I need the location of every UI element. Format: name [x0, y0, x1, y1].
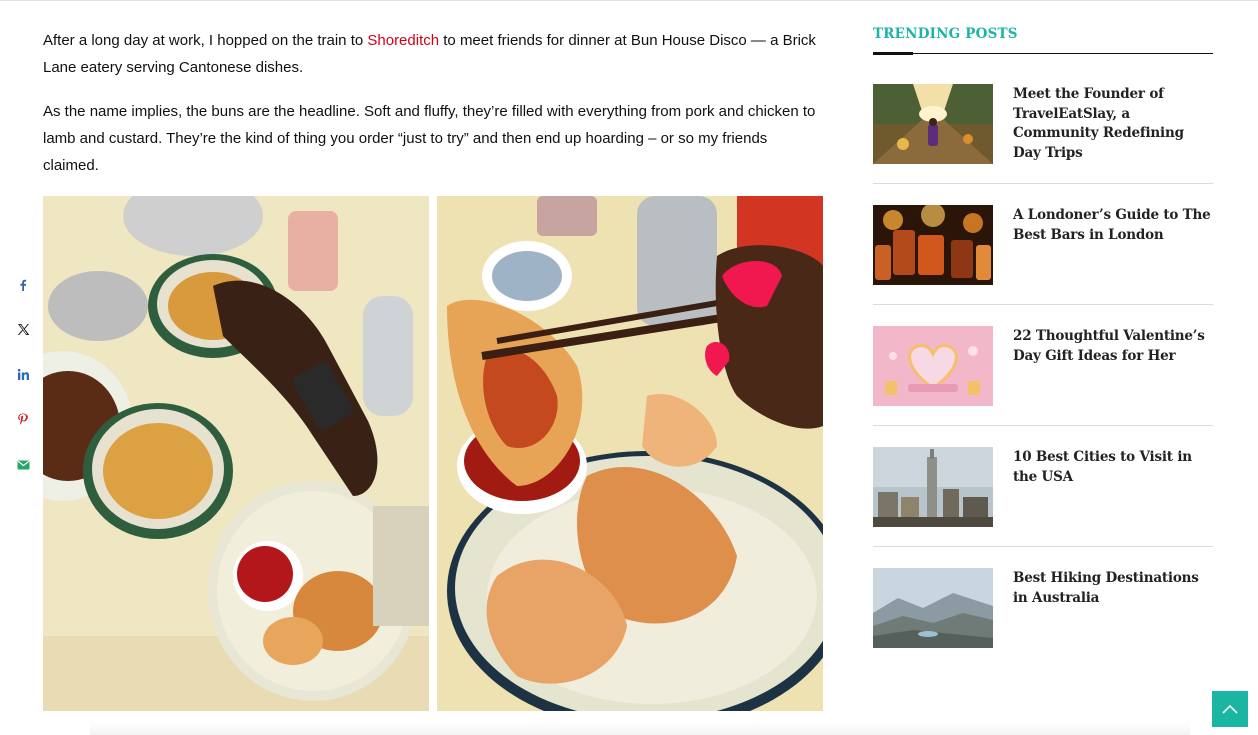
facebook-share-button[interactable]: [0, 262, 46, 307]
x-share-button[interactable]: [0, 307, 46, 352]
post-divider: [873, 546, 1213, 547]
x-icon: [17, 324, 29, 335]
post-thumbnail[interactable]: [873, 205, 993, 285]
linkedin-share-button[interactable]: [0, 352, 46, 397]
post-title[interactable]: Best Hiking Destinations in Australia: [1013, 568, 1213, 689]
photo-gallery: [43, 196, 823, 711]
chevron-up-icon: [1222, 704, 1238, 714]
post-thumbnail[interactable]: [873, 568, 993, 648]
post-title[interactable]: A Londoner’s Guide to The Best Bars in L…: [1013, 205, 1213, 326]
paragraph-text: After a long day at work, I hopped on th…: [43, 32, 368, 49]
trending-post[interactable]: 10 Best Cities to Visit in the USA: [873, 447, 1213, 568]
article-paragraph-1: After a long day at work, I hopped on th…: [43, 27, 823, 81]
post-divider: [873, 425, 1213, 426]
back-to-top-button[interactable]: [1212, 691, 1248, 727]
trending-post[interactable]: 22 Thoughtful Valentine’s Day Gift Ideas…: [873, 326, 1213, 447]
trending-post[interactable]: Best Hiking Destinations in Australia: [873, 568, 1213, 689]
sidebar: TRENDING POSTS Meet the Founder of Trave…: [873, 26, 1213, 689]
trending-post[interactable]: A Londoner’s Guide to The Best Bars in L…: [873, 205, 1213, 326]
post-thumbnail[interactable]: [873, 84, 993, 164]
trending-posts-header: TRENDING POSTS: [873, 26, 1213, 55]
post-divider: [873, 183, 1213, 184]
linkedin-icon: [17, 368, 29, 380]
post-title[interactable]: 10 Best Cities to Visit in the USA: [1013, 447, 1213, 568]
pinterest-icon: [18, 413, 28, 425]
post-title[interactable]: Meet the Founder of TravelEatSlay, a Com…: [1013, 84, 1213, 205]
food-photo-dumpling-chopsticks[interactable]: [437, 196, 823, 711]
article-body: After a long day at work, I hopped on th…: [43, 27, 823, 196]
trending-posts-list: Meet the Founder of TravelEatSlay, a Com…: [873, 84, 1213, 689]
top-divider: [0, 0, 1258, 1]
post-divider: [873, 304, 1213, 305]
share-bar: [0, 262, 46, 487]
facebook-icon: [20, 279, 27, 291]
post-thumbnail[interactable]: [873, 326, 993, 406]
widget-title-text: TRENDING POSTS: [873, 26, 1018, 42]
email-icon: [17, 460, 29, 469]
widget-title-accent: [873, 52, 913, 55]
widget-title-rule: [873, 53, 1213, 54]
pinterest-share-button[interactable]: [0, 397, 46, 442]
article-paragraph-2: As the name implies, the buns are the he…: [43, 103, 816, 174]
food-photo-fries-dumplings[interactable]: [43, 196, 429, 711]
post-title[interactable]: 22 Thoughtful Valentine’s Day Gift Ideas…: [1013, 326, 1213, 447]
trending-post[interactable]: Meet the Founder of TravelEatSlay, a Com…: [873, 84, 1213, 205]
bottom-shadow: [90, 722, 1190, 735]
shoreditch-link[interactable]: Shoreditch: [367, 32, 439, 49]
post-thumbnail[interactable]: [873, 447, 993, 527]
email-share-button[interactable]: [0, 442, 46, 487]
